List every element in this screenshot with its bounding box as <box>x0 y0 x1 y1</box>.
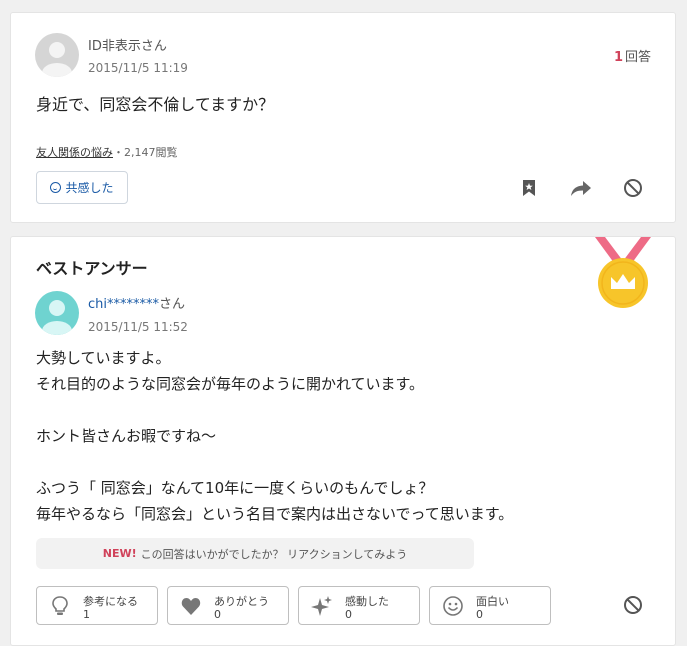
lightbulb-icon <box>52 596 68 615</box>
reaction-helpful-button[interactable]: 参考になる 1 <box>36 586 158 625</box>
answer-line: それ目的のような同窓会が毎年のように開かれています。 <box>36 375 425 393</box>
question-title: 身近で、同窓会不倫してますか？ <box>36 95 275 114</box>
question-card: ID非表示さん 2015/11/5 11:19 1 回答 身近で、同窓会不倫してま… <box>10 12 676 223</box>
answer-line: ホント皆さんお暇ですね～ <box>36 427 217 445</box>
question-date: 2015/11/5 11:19 <box>88 61 188 75</box>
block-icon <box>624 596 642 614</box>
answer-count-label: 回答 <box>624 50 651 65</box>
category-link[interactable]: 友人関係の悩み <box>36 146 113 159</box>
answer-user-avatar[interactable] <box>35 291 79 335</box>
answer-user-suffix: さん <box>159 297 186 312</box>
reaction-label: ありがとう <box>214 595 269 608</box>
answer-line: 毎年やるなら「同窓会」という名目で案内は出さないでって思います。 <box>36 505 514 523</box>
answer-user-handle[interactable]: chi******** <box>88 297 159 312</box>
answer-line <box>36 397 513 423</box>
new-badge: NEW! <box>102 547 137 560</box>
answer-count[interactable]: 1 回答 <box>614 46 651 65</box>
empathy-button-label: 共感した <box>65 181 114 195</box>
smile-icon <box>50 182 62 193</box>
share-button[interactable] <box>569 176 593 200</box>
view-count: 2,147閲覧 <box>124 146 178 159</box>
reaction-funny-button[interactable]: 面白い 0 <box>429 586 551 625</box>
answer-count-number: 1 <box>613 50 623 65</box>
reaction-count: 1 <box>83 608 90 621</box>
bookmark-icon <box>523 180 535 196</box>
bookmark-button[interactable] <box>517 176 541 200</box>
share-arrow-icon <box>571 181 591 196</box>
question-user-name[interactable]: ID非表示さん <box>88 35 167 54</box>
answer-body: 大勢していますよ。 それ目的のような同窓会が毎年のように開かれています。 ホント… <box>36 345 513 527</box>
reaction-thanks-button[interactable]: ありがとう 0 <box>167 586 289 625</box>
answer-line <box>36 449 513 475</box>
reaction-label: 面白い <box>476 595 509 608</box>
report-button[interactable] <box>621 176 645 200</box>
heart-icon <box>181 598 201 615</box>
answer-date: 2015/11/5 11:52 <box>88 320 188 334</box>
meta-separator: ・ <box>113 146 124 159</box>
reaction-moved-button[interactable]: 感動した 0 <box>298 586 420 625</box>
medal-icon <box>593 237 653 309</box>
empathy-button[interactable]: 共感した <box>36 171 128 204</box>
reaction-prompt: NEW! この回答はいかがでしたか？ リアクションしてみよう <box>36 538 474 569</box>
best-answer-card: ベストアンサー chi********さん 2015/11/5 11:52 大勢… <box>10 236 676 646</box>
reaction-label: 感動した <box>345 595 389 608</box>
answer-line: ふつう「 同窓会」なんて10年に一度くらいのもんでしょ？ <box>36 479 434 497</box>
best-answer-heading: ベストアンサー <box>36 259 148 278</box>
reaction-count: 0 <box>214 608 221 621</box>
smile-icon <box>443 596 463 616</box>
question-meta: 友人関係の悩み・2,147閲覧 <box>36 144 178 160</box>
reaction-count: 0 <box>345 608 352 621</box>
reaction-count: 0 <box>476 608 483 621</box>
reaction-label: 参考になる <box>83 595 138 608</box>
question-user-avatar[interactable] <box>35 33 79 77</box>
answer-report-button[interactable] <box>621 593 645 617</box>
sparkle-icon <box>311 596 332 616</box>
answer-line: 大勢していますよ。 <box>36 349 171 367</box>
reaction-prompt-text: この回答はいかがでしたか？ リアクションしてみよう <box>140 547 408 561</box>
answer-user-name[interactable]: chi********さん <box>88 293 185 312</box>
block-icon <box>624 179 642 197</box>
